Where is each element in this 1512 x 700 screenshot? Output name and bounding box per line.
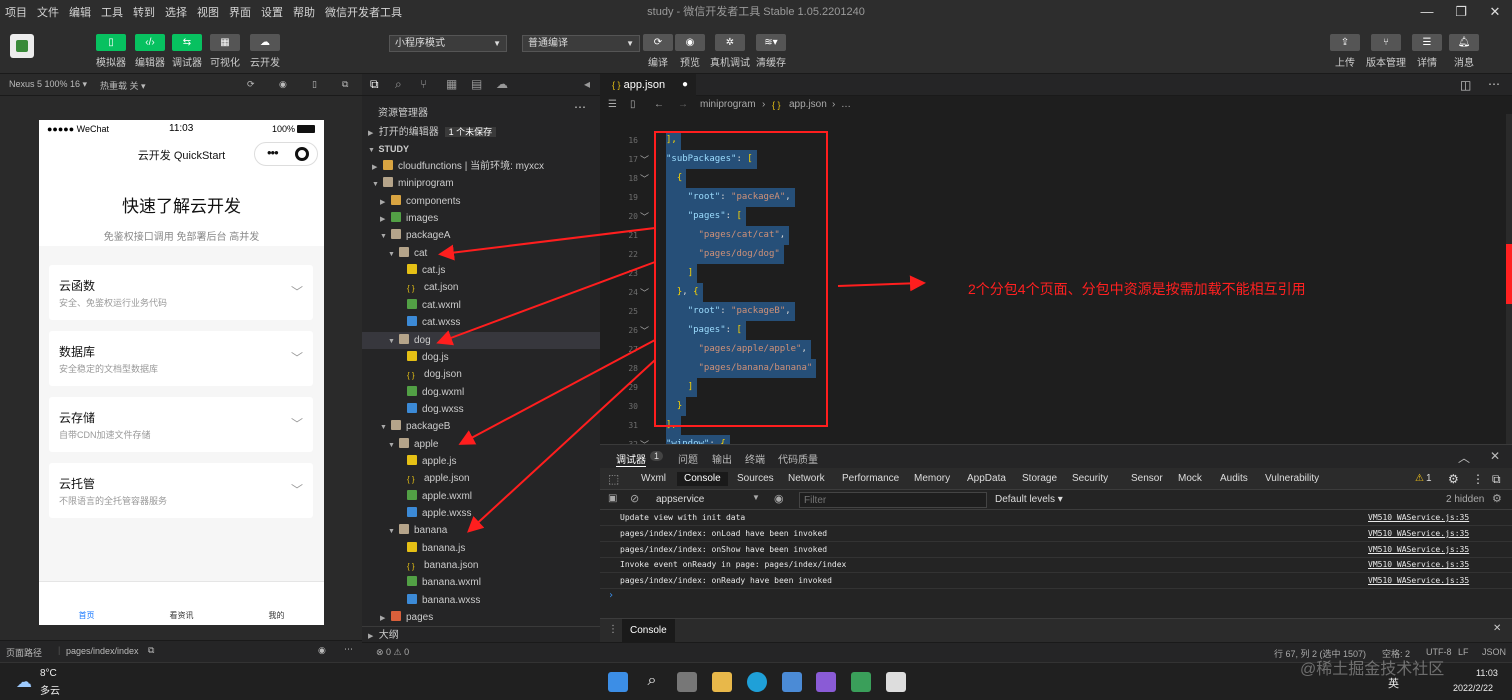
os-taskbar: ☁ 8°C 多云 ⌕ 英 11:03 2022/2/22 [0,662,1512,700]
log-source-link[interactable]: VM510 WAService.js:35 [1368,557,1469,573]
panel-wxml[interactable]: Wxml [641,472,666,486]
close-icon[interactable]: ✕ [1490,449,1500,463]
search-icon[interactable]: ⌕ [642,672,662,692]
log-source-link[interactable]: VM510 WAService.js:35 [1368,573,1469,589]
language-mode[interactable]: JSON [1482,647,1506,657]
chevron-down-icon: ▼ [752,493,760,502]
context-select[interactable]: appservice [656,494,704,505]
tab-output[interactable]: 输出 [712,451,732,466]
eye-icon[interactable]: ◉ [774,492,784,505]
edge-icon[interactable] [747,672,767,692]
inspect-icon[interactable]: ⬚ [608,472,619,486]
devtools-tabs: 调试器 1 问题 输出 终端 代码质量 ︿ ✕ [600,444,1512,468]
weather-desc: 多云 [40,686,60,697]
panel-vulnerability[interactable]: Vulnerability [1265,472,1319,486]
log-message: pages/index/index: onReady have been inv… [620,576,832,586]
wechat-devtools-icon[interactable] [851,672,871,692]
close-icon[interactable]: ✕ [1493,623,1501,634]
drawer-tab-console[interactable]: Console [622,619,675,642]
arrow-to-apple [458,339,656,445]
levels-label: Default levels [995,494,1056,505]
dock-icon[interactable]: ⧉ [1492,472,1501,486]
weather-icon[interactable]: ☁ [16,672,32,692]
prompt-icon[interactable]: › [608,590,614,601]
panel-memory[interactable]: Memory [914,472,950,486]
clear-icon[interactable]: ⊘ [630,492,639,505]
sidebar-toggle-icon[interactable]: ▣ [608,493,617,504]
log-source-link[interactable]: VM510 WAService.js:35 [1368,542,1469,558]
kebab-icon[interactable]: ⋮ [1472,472,1484,486]
filter-input[interactable] [799,492,987,508]
log-source-link[interactable]: VM510 WAService.js:35 [1368,526,1469,542]
log-row: pages/index/index: onLoad have been invo… [600,526,1512,542]
panel-performance[interactable]: Performance [842,472,899,486]
arrow-to-note [837,275,926,292]
log-message: Invoke event onReady in page: pages/inde… [620,560,847,570]
watermark: @稀土掘金技术社区 [1300,661,1445,678]
console-filter-bar: ▣ ⊘ appservice ▼ ◉ Default levels ▾ 2 hi… [600,490,1512,510]
gear-icon[interactable]: ⚙ [1492,492,1502,505]
warning-count: 1 [1426,473,1432,484]
panel-audits[interactable]: Audits [1220,472,1248,486]
chat-icon[interactable] [886,672,906,692]
panel-security[interactable]: Security [1072,472,1108,486]
log-row: pages/index/index: onReady have been inv… [600,573,1512,590]
tab-debugger[interactable]: 调试器 [616,451,646,467]
panel-console[interactable]: Console [677,472,728,486]
panel-appdata[interactable]: AppData [967,472,1006,486]
panel-storage[interactable]: Storage [1022,472,1057,486]
levels-select[interactable]: Default levels ▾ [995,494,1063,505]
panel-network[interactable]: Network [788,472,825,486]
console-drawer: ⋮ Console ✕ [600,618,1512,642]
visual-studio-icon[interactable] [816,672,836,692]
log-message: pages/index/index: onShow have been invo… [620,544,828,554]
kebab-icon[interactable]: ⋮ [608,624,618,635]
log-message: Update view with init data [620,513,746,522]
tab-code-quality[interactable]: 代码质量 [778,451,818,466]
log-source-link[interactable]: VM510 WAService.js:35 [1368,510,1469,526]
line-ending[interactable]: LF [1458,647,1469,657]
start-icon[interactable] [608,672,628,692]
log-message: pages/index/index: onLoad have been invo… [620,528,828,538]
arrow-to-cat [438,227,656,261]
clock-date: 2022/2/22 [1453,683,1494,693]
file-explorer-icon[interactable] [712,672,732,692]
panel-sources[interactable]: Sources [737,472,774,486]
log-row: Invoke event onReady in page: pages/inde… [600,557,1512,574]
hidden-count: 2 hidden [1446,494,1485,505]
arrow-to-dog [436,261,656,346]
weather-temp: 8°C [40,668,57,679]
status-badge: 1 [650,451,664,461]
store-icon[interactable] [782,672,802,692]
log-row: pages/index/index: onShow have been invo… [600,542,1512,558]
warning-icon[interactable]: ⚠ [1415,472,1424,486]
tab-problems[interactable]: 问题 [678,451,698,466]
log-row: Update view with init data VM510 WAServic… [600,510,1512,526]
clock-time: 11:03 [1476,668,1498,678]
task-view-icon[interactable] [677,672,697,692]
panel-mock[interactable]: Mock [1178,472,1202,486]
chevron-up-icon[interactable]: ︿ [1458,449,1470,466]
error-count[interactable]: ⊗ 0 ⚠ 0 [376,647,409,658]
tab-terminal[interactable]: 终端 [745,451,765,466]
devtools-panels: ⬚ Wxml Console Sources Network Performan… [600,468,1512,490]
console-output: Update view with init data VM510 WAServic… [600,510,1512,618]
gear-icon[interactable]: ⚙ [1448,472,1459,486]
panel-sensor[interactable]: Sensor [1131,472,1163,486]
